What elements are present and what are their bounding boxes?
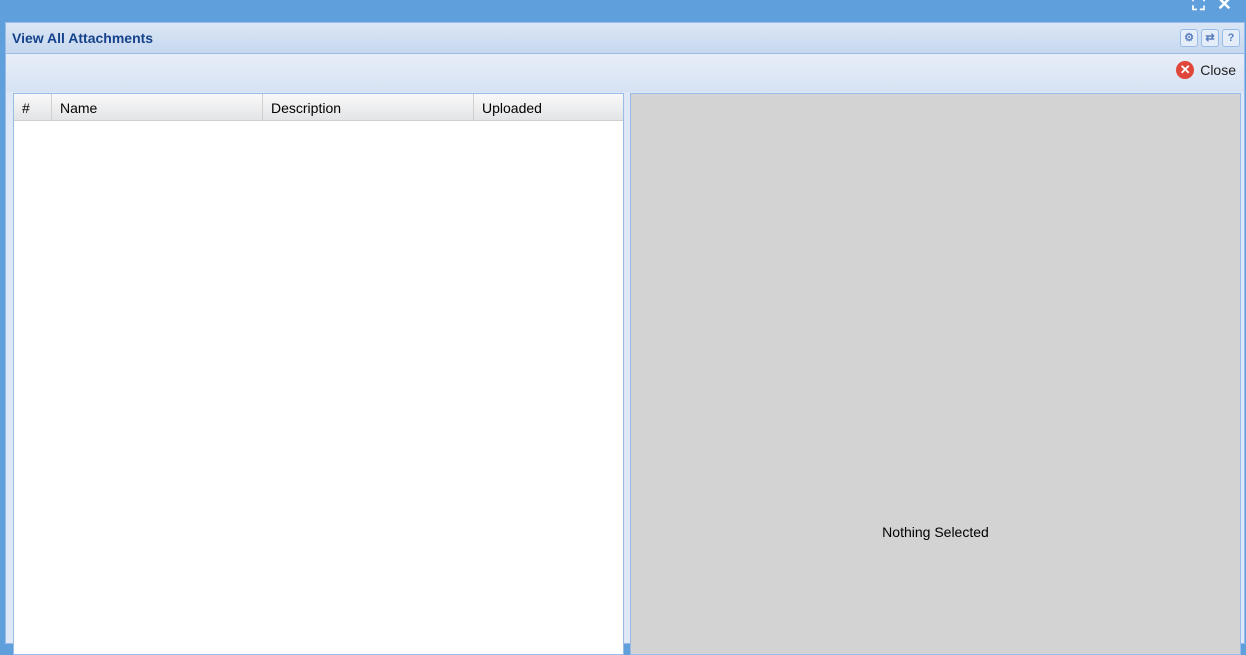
refresh-icon[interactable]: ⇄ xyxy=(1201,29,1219,47)
outer-window-controls: ⛶ ✕ xyxy=(1192,0,1232,15)
grid-header: # Name Description Uploaded xyxy=(14,94,623,121)
close-icon[interactable]: ✕ xyxy=(1217,0,1232,15)
maximize-icon[interactable]: ⛶ xyxy=(1192,0,1205,15)
help-icon[interactable]: ? xyxy=(1222,29,1240,47)
preview-panel: Nothing Selected xyxy=(630,93,1241,655)
gear-icon[interactable]: ⚙ xyxy=(1180,29,1198,47)
window-title: View All Attachments xyxy=(12,30,154,46)
column-name[interactable]: Name xyxy=(52,94,263,120)
close-button[interactable]: ✕ Close xyxy=(1176,61,1236,79)
nothing-selected-text: Nothing Selected xyxy=(882,524,989,540)
close-icon: ✕ xyxy=(1176,61,1195,79)
window-header: View All Attachments ⚙ ⇄ ? xyxy=(6,23,1244,54)
attachments-window: View All Attachments ⚙ ⇄ ? ✕ Close # Name… xyxy=(5,22,1245,655)
column-number[interactable]: # xyxy=(14,94,52,120)
close-label: Close xyxy=(1200,62,1236,78)
attachments-grid: # Name Description Uploaded xyxy=(13,93,624,655)
column-uploaded[interactable]: Uploaded xyxy=(474,94,623,120)
toolbar: ✕ Close xyxy=(6,54,1244,92)
column-description[interactable]: Description xyxy=(263,94,474,120)
